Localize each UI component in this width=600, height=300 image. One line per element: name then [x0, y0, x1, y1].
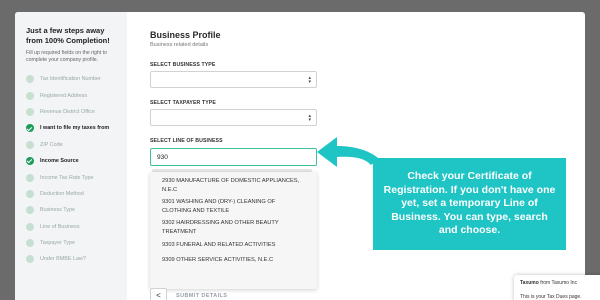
sidebar-subtitle: Fill up required fields on the right to … — [26, 50, 108, 63]
step-label: ZIP Code — [40, 141, 63, 148]
taxpayer-type-select[interactable]: ▴ ▾ — [150, 109, 317, 126]
form-subtitle: Business related details — [150, 42, 209, 48]
sidebar-title: Just a few steps away from 100% Completi… — [26, 26, 110, 45]
step-item[interactable]: Income Source — [26, 153, 127, 169]
business-profile-form: Business Profile Business related detail… — [150, 12, 450, 300]
step-label: Under BMBE Law? — [40, 256, 86, 263]
taxpayer-type-label: SELECT TAXPAYER TYPE — [150, 100, 216, 106]
step-label: Business Type — [40, 207, 75, 214]
progress-sidebar: Just a few steps away from 100% Completi… — [15, 12, 127, 300]
step-status-icon — [26, 239, 34, 248]
business-type-label: SELECT BUSINESS TYPE — [150, 62, 216, 68]
step-label: Income Source — [40, 158, 79, 165]
form-title: Business Profile — [150, 30, 221, 40]
step-label: I want to file my taxes from — [40, 125, 110, 132]
step-item[interactable]: Registered Address — [26, 87, 127, 103]
toast-sender: Taxumo from Taxumo Inc — [520, 280, 594, 286]
dropdown-option[interactable]: 9302 Hairdressing and other beauty treat… — [150, 217, 317, 238]
step-label: Income Tax Rate Type — [40, 174, 94, 181]
step-label: Deduction Method — [40, 190, 84, 197]
dropdown-option[interactable]: 2930 Manufacture of domestic appliances,… — [150, 175, 317, 196]
step-status-icon — [26, 173, 34, 182]
step-status-icon — [26, 91, 34, 100]
line-of-business-label: SELECT LINE OF BUSINESS — [150, 138, 223, 144]
step-item[interactable]: Tax Identification Number — [26, 71, 127, 87]
step-item[interactable]: I want to file my taxes from — [26, 120, 127, 136]
checkmark-icon — [26, 157, 34, 166]
select-arrows-icon: ▴ ▾ — [308, 75, 311, 85]
step-status-icon — [26, 255, 34, 264]
step-item[interactable]: Deduction Method — [26, 186, 127, 202]
step-label: Registered Address — [40, 92, 88, 99]
dropdown-option[interactable]: 9303 Funeral and related activities — [150, 238, 317, 253]
step-status-icon — [26, 140, 34, 149]
business-type-select[interactable]: ▴ ▾ — [150, 71, 317, 88]
step-status-icon — [26, 222, 34, 231]
step-label: Taxpayer Type — [40, 240, 75, 247]
dropdown-option[interactable]: 9301 Washing and (dry-) cleaning of clot… — [150, 196, 317, 217]
step-item[interactable]: Business Type — [26, 202, 127, 218]
back-button[interactable]: < — [150, 288, 167, 300]
chat-toast[interactable]: Taxumo from Taxumo Inc This is your Tax … — [514, 275, 600, 300]
help-callout: Check your Certificate of Registration. … — [373, 158, 566, 250]
step-item[interactable]: Income Tax Rate Type — [26, 169, 127, 185]
checkmark-icon — [26, 124, 34, 133]
step-item[interactable]: Line of Business — [26, 219, 127, 235]
step-status-icon — [26, 107, 34, 116]
step-item[interactable]: Under BMBE Law? — [26, 251, 127, 267]
step-status-icon — [26, 206, 34, 215]
select-arrows-icon: ▴ ▾ — [308, 113, 311, 123]
step-label: Tax Identification Number — [40, 76, 101, 83]
step-label: Revenue District Office — [40, 108, 96, 115]
callout-text: Check your Certificate of Registration. … — [383, 170, 556, 237]
line-of-business-dropdown: 2930 Manufacture of domestic appliances,… — [150, 172, 317, 289]
onboarding-panel: Just a few steps away from 100% Completi… — [15, 12, 585, 300]
dropdown-option[interactable]: 9309 Other service activities, N.E.C — [150, 253, 317, 268]
toast-sender-org: from Taxumo Inc — [540, 280, 578, 286]
step-status-icon — [26, 75, 34, 84]
step-label: Line of Business — [40, 223, 80, 230]
submit-details-button[interactable]: SUBMIT DETAILS — [176, 288, 236, 300]
step-list: Tax Identification Number Registered Add… — [26, 71, 127, 268]
step-item[interactable]: Taxpayer Type — [26, 235, 127, 251]
toast-sender-name: Taxumo — [520, 280, 539, 286]
toast-message: This is your Tax Dues page. — [520, 294, 582, 300]
step-item[interactable]: Revenue District Office — [26, 104, 127, 120]
line-of-business-input[interactable]: 930 — [150, 148, 317, 166]
step-status-icon — [26, 189, 34, 198]
step-item[interactable]: ZIP Code — [26, 137, 127, 153]
